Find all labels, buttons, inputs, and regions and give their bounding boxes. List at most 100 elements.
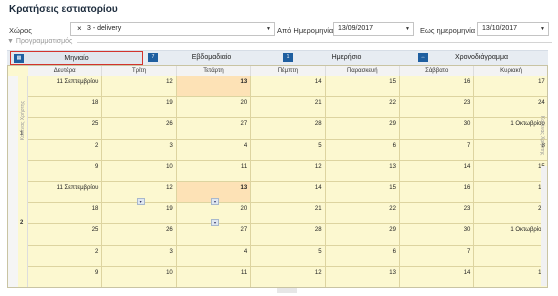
day-cell[interactable]: 30 <box>400 118 475 140</box>
day-cell[interactable]: 10 <box>102 266 177 287</box>
chevron-down-icon[interactable]: ▼ <box>266 23 271 35</box>
day-cell[interactable]: 9 <box>28 160 103 182</box>
day-cell[interactable]: 22 <box>325 97 400 119</box>
day-cell[interactable]: 23 <box>400 97 475 119</box>
clear-icon[interactable]: × <box>77 23 82 35</box>
day-cell[interactable]: 29 <box>325 118 400 140</box>
day-cell[interactable]: 12 <box>251 160 326 182</box>
day-cell[interactable]: 2 <box>28 139 103 161</box>
day-cell[interactable]: 3 <box>102 245 177 267</box>
day-cell[interactable]: 26 <box>102 224 177 246</box>
day-cell[interactable]: 15 <box>474 161 547 182</box>
day-cell[interactable]: 4 <box>176 139 252 161</box>
day-cell[interactable]: 14 <box>400 266 475 287</box>
day-cell[interactable]: 3 <box>102 139 177 161</box>
day-cell[interactable]: 26 <box>102 118 177 140</box>
day-cell[interactable]: 13 <box>325 266 400 287</box>
day-cell[interactable]: 21 <box>251 203 326 225</box>
to-date-input[interactable]: 13/10/2017 ▼ <box>477 22 549 36</box>
space-select[interactable]: × 3 - delivery ▼ <box>70 22 275 36</box>
horizontal-scrollbar[interactable] <box>277 288 297 293</box>
day-cell[interactable]: 15 <box>325 76 400 98</box>
day-number: 30 <box>463 121 471 128</box>
collapse-icon[interactable]: ▼ <box>7 38 14 45</box>
timeline-view-button[interactable]: ↔ Χρονοδιάγραμμα <box>415 51 548 65</box>
more-items-icon[interactable]: ▾ <box>211 219 219 227</box>
day-cell[interactable]: 25 <box>28 118 103 140</box>
day-view-button[interactable]: 1 Ημερήσιο <box>280 51 413 65</box>
day-cell[interactable]: 28 <box>251 118 326 140</box>
day-cell[interactable]: 27 <box>176 118 252 140</box>
programming-section[interactable]: ▼ Προγραμματισμός <box>7 38 552 45</box>
more-items-icon[interactable]: ▾ <box>211 198 219 206</box>
day-cell[interactable]: 27 <box>176 224 252 246</box>
day-cell[interactable]: 8 <box>474 140 547 161</box>
day-cell[interactable]: 18 <box>28 97 103 119</box>
chevron-down-icon[interactable]: ▼ <box>405 23 410 35</box>
day-cell[interactable]: 8 <box>474 246 547 267</box>
day-cell[interactable]: 5 <box>251 139 326 161</box>
day-cell[interactable]: 11 Σεπτεμβρίου <box>28 76 103 98</box>
day-cell[interactable]: 17 <box>474 182 547 204</box>
day-cell[interactable]: 7 <box>400 139 475 161</box>
day-cell[interactable]: 23 <box>400 203 475 225</box>
day-cell[interactable]: 14 <box>400 160 475 182</box>
from-date-value: 13/09/2017 <box>338 25 374 32</box>
day-cell[interactable]: 5 <box>251 245 326 267</box>
day-cell[interactable]: 19 <box>102 203 177 225</box>
vertical-scrollbar[interactable] <box>541 166 547 286</box>
month-view-label: Μηνιαίο <box>64 55 89 62</box>
day-cell[interactable]: 25 <box>28 224 103 246</box>
week-view-button[interactable]: 7 Εβδομαδιαίο <box>145 51 278 65</box>
day-cell[interactable]: 15 <box>474 267 547 287</box>
day-cell[interactable]: 16 <box>400 76 475 98</box>
day-cell[interactable]: 7 <box>400 245 475 267</box>
day-cell[interactable]: 10 <box>102 160 177 182</box>
day-number: 21 <box>314 100 322 107</box>
chevron-down-icon[interactable]: ▼ <box>540 23 545 35</box>
day-number: 4 <box>243 142 248 149</box>
day-cell[interactable]: 13 <box>176 76 252 98</box>
day-cell[interactable]: 15 <box>325 182 400 204</box>
day-cell[interactable]: 18 <box>28 203 103 225</box>
day-cell[interactable]: 12 <box>102 76 177 98</box>
day-cell[interactable]: 4 <box>176 245 252 267</box>
day-cell[interactable]: 20 <box>176 97 252 119</box>
day-cell[interactable]: 28 <box>251 224 326 246</box>
month-view-button[interactable]: ▦ Μηνιαίο <box>10 51 143 65</box>
day-cell[interactable]: 1 Οκτωβρίου <box>474 224 547 246</box>
divider <box>77 42 552 43</box>
day-cell[interactable]: 11 <box>176 266 252 287</box>
calendar-month-icon: ▦ <box>14 54 24 63</box>
day-cell[interactable]: 14 <box>251 182 326 204</box>
day-cell[interactable]: 16 <box>400 182 475 204</box>
day-cell[interactable]: 17 <box>474 76 547 98</box>
day-cell[interactable]: 11 Σεπτεμβρίου <box>28 182 103 204</box>
day-number: 10 <box>166 163 173 170</box>
more-items-icon[interactable]: ▾ <box>136 198 145 206</box>
day-number: 6 <box>392 142 396 149</box>
day-cell[interactable]: 13 <box>325 160 400 182</box>
page-title: Κρατήσεις εστιατορίου <box>9 4 118 15</box>
day-cell[interactable]: 29 <box>325 224 400 246</box>
group-number: 2 <box>20 220 24 226</box>
day-cell[interactable]: 1 Οκτωβρίου <box>474 118 547 140</box>
day-number: 3 <box>169 142 173 149</box>
day-number: 29 <box>389 227 396 234</box>
day-cell[interactable]: 19 <box>102 97 177 119</box>
day-cell[interactable]: 2 <box>28 245 103 267</box>
day-cell[interactable]: 14 <box>251 76 326 98</box>
day-header: Τετάρτη <box>176 66 252 76</box>
day-cell[interactable]: 22 <box>325 203 400 225</box>
day-number: 19 <box>166 206 173 213</box>
day-cell[interactable]: 21 <box>251 97 326 119</box>
day-cell[interactable]: 30 <box>400 224 475 246</box>
day-cell[interactable]: 6 <box>325 139 400 161</box>
day-cell[interactable]: 24 <box>474 97 547 119</box>
from-date-input[interactable]: 13/09/2017 ▼ <box>333 22 414 36</box>
day-cell[interactable]: 11 <box>176 160 252 182</box>
day-cell[interactable]: 6 <box>325 245 400 267</box>
day-cell[interactable]: 12 <box>251 266 326 287</box>
day-cell[interactable]: 24 <box>474 203 547 225</box>
day-cell[interactable]: 9 <box>28 266 103 287</box>
